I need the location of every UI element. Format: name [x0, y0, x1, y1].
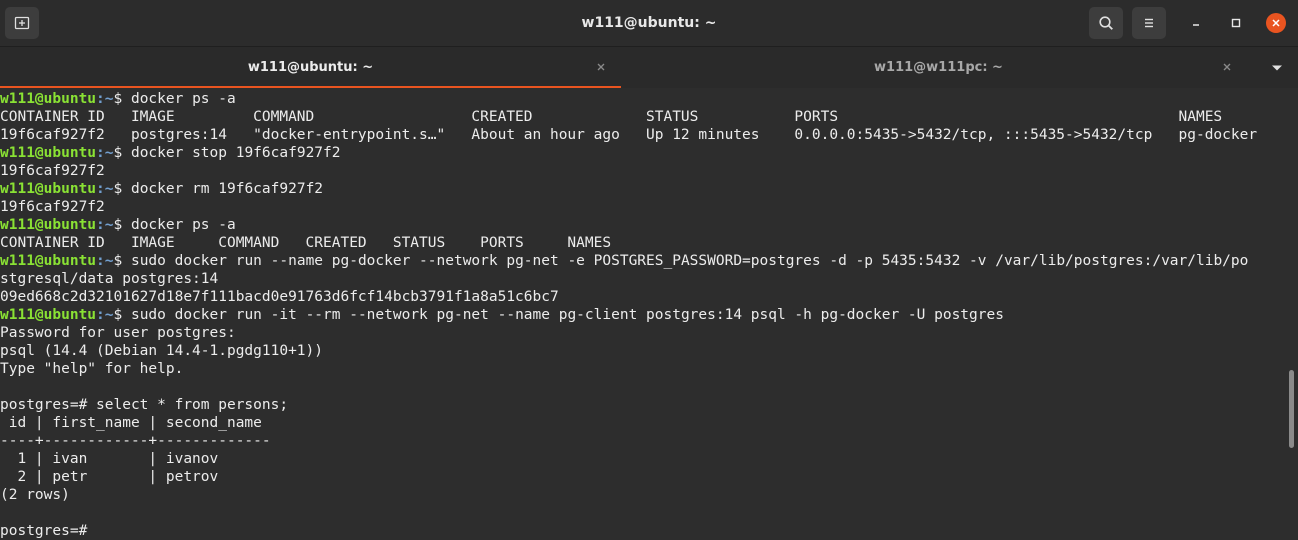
- output-line: 19f6caf927f2: [0, 163, 105, 179]
- output-line: postgres=# select * from persons;: [0, 397, 289, 413]
- tab-w111-w111pc[interactable]: w111@w111pc: ~: [621, 47, 1256, 89]
- prompt-symbol: $: [113, 307, 131, 323]
- output-line: ----+------------+-------------: [0, 433, 271, 449]
- search-icon: [1099, 16, 1113, 30]
- command-text: docker rm 19f6caf927f2: [130, 181, 324, 197]
- tab-label: w111@w111pc: ~: [874, 60, 1003, 75]
- prompt-path: :~: [96, 181, 114, 197]
- prompt-user: w111@ubuntu: [0, 145, 97, 161]
- output-line: 19f6caf927f2: [0, 199, 105, 215]
- output-line: 09ed668c2d32101627d18e7f111bacd0e91763d6…: [0, 289, 559, 305]
- new-tab-button[interactable]: [5, 7, 39, 39]
- close-icon: [597, 63, 605, 71]
- tab-close-button[interactable]: [1220, 60, 1234, 74]
- prompt-path: :~: [96, 307, 114, 323]
- prompt-user: w111@ubuntu: [0, 307, 97, 323]
- prompt-symbol: $: [113, 145, 131, 161]
- command-text: sudo docker run -it --rm --network pg-ne…: [130, 307, 1004, 323]
- title-bar: w111@ubuntu: ~: [0, 0, 1298, 46]
- prompt-user: w111@ubuntu: [0, 91, 97, 107]
- output-line: CONTAINER ID IMAGE COMMAND CREATED STATU…: [0, 109, 1223, 125]
- close-button[interactable]: [1266, 13, 1286, 33]
- search-button[interactable]: [1089, 7, 1123, 39]
- hamburger-menu-icon: [1145, 18, 1153, 28]
- tab-close-button[interactable]: [594, 60, 608, 74]
- prompt-symbol: $: [113, 217, 131, 233]
- output-line: Password for user postgres:: [0, 325, 236, 341]
- prompt-path: :~: [96, 145, 114, 161]
- maximize-icon: [1231, 18, 1241, 28]
- minimize-icon: [1193, 24, 1199, 26]
- command-text: docker ps -a: [130, 217, 236, 233]
- output-line: Type "help" for help.: [0, 361, 184, 377]
- tab-bar: w111@ubuntu: ~ w111@w111pc: ~: [0, 46, 1298, 89]
- close-icon: [1223, 63, 1231, 71]
- output-line: 19f6caf927f2 postgres:14 "docker-entrypo…: [0, 127, 1258, 143]
- command-line: w111@ubuntu:~$ docker ps -a: [0, 216, 236, 234]
- command-text: docker stop 19f6caf927f2: [130, 145, 341, 161]
- prompt-path: :~: [96, 253, 114, 269]
- command-text: docker ps -a: [130, 91, 236, 107]
- command-line: w111@ubuntu:~$ docker rm 19f6caf927f2: [0, 180, 323, 198]
- command-line: w111@ubuntu:~$ docker ps -a: [0, 90, 236, 108]
- output-line: (2 rows): [0, 487, 70, 503]
- maximize-button[interactable]: [1226, 13, 1246, 33]
- output-line: 1 | ivan | ivanov: [0, 451, 219, 467]
- prompt-user: w111@ubuntu: [0, 181, 97, 197]
- output-line: postgres=#: [0, 523, 88, 539]
- new-tab-icon: [14, 16, 30, 30]
- output-line: id | first_name | second_name: [0, 415, 262, 431]
- menu-button[interactable]: [1132, 7, 1166, 39]
- tab-list-button[interactable]: [1268, 61, 1286, 75]
- prompt-path: :~: [96, 91, 114, 107]
- output-line: CONTAINER ID IMAGE COMMAND CREATED STATU…: [0, 235, 612, 251]
- terminal-output[interactable]: w111@ubuntu:~$ docker ps -a CONTAINER ID …: [0, 88, 1298, 540]
- command-line: w111@ubuntu:~$ sudo docker run --name pg…: [0, 252, 1248, 270]
- prompt-symbol: $: [113, 181, 131, 197]
- tab-w111-ubuntu[interactable]: w111@ubuntu: ~: [0, 47, 621, 89]
- tab-label: w111@ubuntu: ~: [247, 60, 374, 75]
- close-icon: [1272, 19, 1280, 27]
- prompt-user: w111@ubuntu: [0, 253, 97, 269]
- command-text: sudo docker run --name pg-docker --netwo…: [130, 253, 1249, 269]
- command-line: w111@ubuntu:~$ docker stop 19f6caf927f2: [0, 144, 340, 162]
- minimize-button[interactable]: [1186, 13, 1206, 33]
- scrollbar[interactable]: [1289, 370, 1294, 448]
- output-line: psql (14.4 (Debian 14.4-1.pgdg110+1)): [0, 343, 324, 359]
- prompt-symbol: $: [113, 91, 131, 107]
- output-line: stgresql/data postgres:14: [0, 271, 219, 287]
- prompt-user: w111@ubuntu: [0, 217, 97, 233]
- command-line: w111@ubuntu:~$ sudo docker run -it --rm …: [0, 306, 1004, 324]
- output-line: 2 | petr | petrov: [0, 469, 219, 485]
- prompt-path: :~: [96, 217, 114, 233]
- chevron-down-icon: [1272, 65, 1282, 71]
- prompt-symbol: $: [113, 253, 131, 269]
